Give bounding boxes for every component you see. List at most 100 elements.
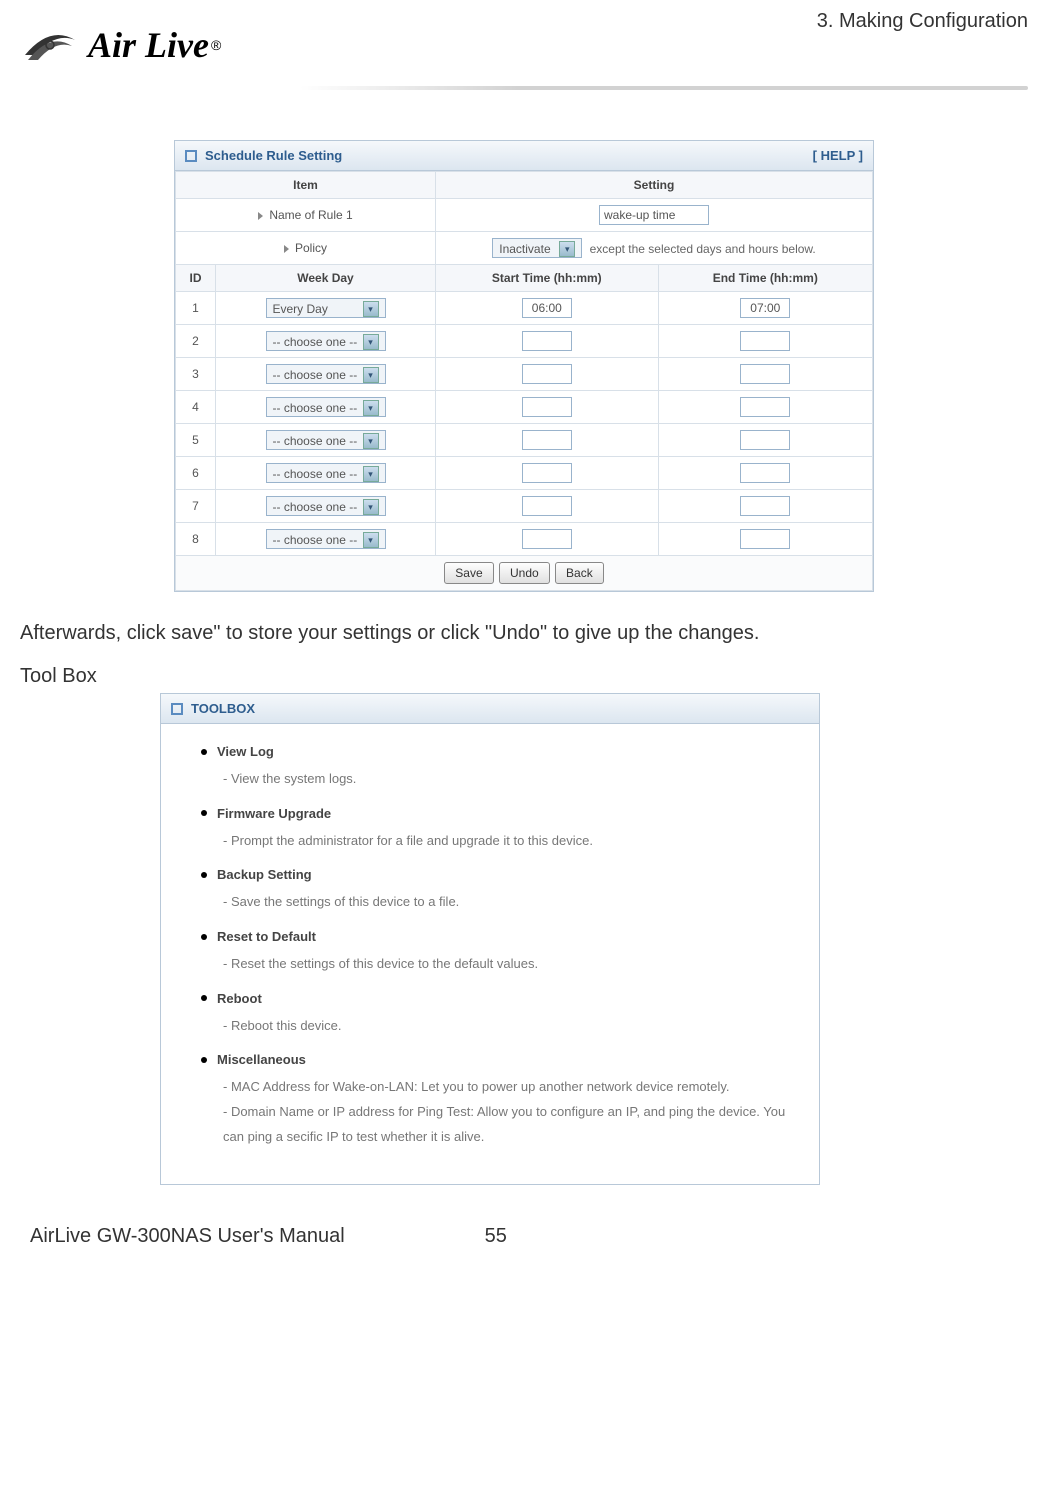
- start-time-input[interactable]: [522, 331, 572, 351]
- weekday-select[interactable]: -- choose one --▾: [266, 496, 386, 516]
- rule-name-input[interactable]: [599, 205, 709, 225]
- row-id: 7: [176, 490, 216, 523]
- dropdown-arrow-icon: ▾: [363, 433, 379, 449]
- toolbox-panel-title: TOOLBOX: [191, 701, 255, 716]
- dropdown-arrow-icon: ▾: [363, 367, 379, 383]
- logo-registered: ®: [211, 37, 221, 53]
- start-time-input[interactable]: [522, 463, 572, 483]
- policy-select[interactable]: Inactivate▾: [492, 238, 582, 258]
- dropdown-arrow-icon: ▾: [363, 301, 379, 317]
- end-time-input[interactable]: [740, 463, 790, 483]
- start-time-input[interactable]: [522, 430, 572, 450]
- head-setting: Setting: [436, 172, 873, 199]
- footer-manual: AirLive GW-300NAS User's Manual: [30, 1225, 345, 1248]
- schedule-row: 6 -- choose one --▾: [176, 457, 873, 490]
- bullet-icon: [201, 934, 207, 940]
- logo-text: Air Live: [88, 24, 209, 66]
- triangle-icon: [284, 245, 289, 253]
- triangle-icon: [258, 212, 263, 220]
- bullet-icon: [201, 1057, 207, 1063]
- dropdown-arrow-icon: ▾: [363, 532, 379, 548]
- policy-label: Policy: [176, 232, 436, 265]
- toolbox-item-desc: - Reboot this device.: [223, 1014, 799, 1039]
- weekday-select[interactable]: -- choose one --▾: [266, 430, 386, 450]
- bullet-icon: [201, 810, 207, 816]
- row-id: 5: [176, 424, 216, 457]
- schedule-row: 3-- choose one --▾: [176, 358, 873, 391]
- toolbox-panel-header: TOOLBOX: [161, 694, 819, 724]
- save-button[interactable]: Save: [444, 562, 493, 584]
- toolbox-item-desc: - Prompt the administrator for a file an…: [223, 829, 799, 854]
- dropdown-arrow-icon: ▾: [559, 241, 575, 257]
- toolbox-item-title[interactable]: Reboot: [217, 991, 262, 1006]
- start-time-input[interactable]: [522, 364, 572, 384]
- toolbox-item-title[interactable]: Backup Setting: [217, 867, 312, 882]
- schedule-row: 1Every Day▾: [176, 292, 873, 325]
- col-id: ID: [176, 265, 216, 292]
- undo-button[interactable]: Undo: [499, 562, 550, 584]
- toolbox-heading: Tool Box: [20, 665, 1028, 688]
- panel-box-icon: [171, 703, 183, 715]
- page-footer: AirLive GW-300NAS User's Manual 55: [20, 1225, 1028, 1248]
- toolbox-item: Reboot - Reboot this device.: [201, 991, 799, 1039]
- toolbox-item-title[interactable]: Firmware Upgrade: [217, 806, 331, 821]
- end-time-input[interactable]: [740, 397, 790, 417]
- bullet-icon: [201, 872, 207, 878]
- toolbox-item: View Log - View the system logs.: [201, 744, 799, 792]
- end-time-input[interactable]: [740, 364, 790, 384]
- end-time-input[interactable]: [740, 496, 790, 516]
- weekday-select[interactable]: -- choose one --▾: [266, 331, 386, 351]
- toolbox-item-desc: - MAC Address for Wake-on-LAN: Let you t…: [223, 1075, 799, 1149]
- start-time-input[interactable]: [522, 529, 572, 549]
- end-time-input[interactable]: [740, 430, 790, 450]
- weekday-select[interactable]: -- choose one --▾: [266, 463, 386, 483]
- toolbox-item: Miscellaneous - MAC Address for Wake-on-L…: [201, 1052, 799, 1149]
- end-time-input[interactable]: [740, 298, 790, 318]
- col-weekday: Week Day: [216, 265, 436, 292]
- schedule-row: 7 -- choose one --▾: [176, 490, 873, 523]
- start-time-input[interactable]: [522, 397, 572, 417]
- dropdown-arrow-icon: ▾: [363, 466, 379, 482]
- toolbox-item: Backup Setting - Save the settings of thi…: [201, 867, 799, 915]
- paragraph-afterwards: Afterwards, click save" to store your se…: [20, 622, 1028, 645]
- toolbox-item: Firmware Upgrade - Prompt the administrat…: [201, 806, 799, 854]
- start-time-input[interactable]: [522, 298, 572, 318]
- page-header: 3. Making Configuration Air Live ®: [20, 10, 1028, 120]
- policy-note: except the selected days and hours below…: [590, 242, 816, 256]
- toolbox-item-desc: - View the system logs.: [223, 767, 799, 792]
- toolbox-item-desc: - Reset the settings of this device to t…: [223, 952, 799, 977]
- back-button[interactable]: Back: [555, 562, 604, 584]
- airlive-logo: Air Live ®: [20, 20, 221, 70]
- weekday-select[interactable]: -- choose one --▾: [266, 397, 386, 417]
- chapter-heading: 3. Making Configuration: [817, 10, 1028, 33]
- weekday-select[interactable]: Every Day▾: [266, 298, 386, 318]
- panel-title: Schedule Rule Setting: [205, 148, 342, 163]
- end-time-input[interactable]: [740, 331, 790, 351]
- name-of-rule-label: Name of Rule 1: [176, 199, 436, 232]
- bullet-icon: [201, 995, 207, 1001]
- dropdown-arrow-icon: ▾: [363, 499, 379, 515]
- row-id: 4: [176, 391, 216, 424]
- toolbox-item-title[interactable]: Miscellaneous: [217, 1052, 306, 1067]
- help-link[interactable]: [ HELP ]: [813, 148, 863, 163]
- schedule-row: 4 -- choose one --▾: [176, 391, 873, 424]
- toolbox-item: Reset to Default - Reset the settings of …: [201, 929, 799, 977]
- bullet-icon: [201, 749, 207, 755]
- end-time-input[interactable]: [740, 529, 790, 549]
- weekday-select[interactable]: -- choose one --▾: [266, 364, 386, 384]
- start-time-input[interactable]: [522, 496, 572, 516]
- panel-header: Schedule Rule Setting [ HELP ]: [175, 141, 873, 171]
- toolbox-item-title[interactable]: Reset to Default: [217, 929, 316, 944]
- schedule-rule-panel: Schedule Rule Setting [ HELP ] Item Sett…: [174, 140, 874, 592]
- schedule-rule-table: Item Setting Name of Rule 1 Policy Inact…: [175, 171, 873, 591]
- toolbox-item-desc: - Save the settings of this device to a …: [223, 890, 799, 915]
- weekday-select[interactable]: -- choose one --▾: [266, 529, 386, 549]
- schedule-row: 8 -- choose one --▾: [176, 523, 873, 556]
- header-divider: [300, 86, 1028, 90]
- head-item: Item: [176, 172, 436, 199]
- schedule-row: 2-- choose one --▾: [176, 325, 873, 358]
- row-id: 6: [176, 457, 216, 490]
- toolbox-item-title[interactable]: View Log: [217, 744, 274, 759]
- toolbox-panel: TOOLBOX View Log - View the system logs. F…: [160, 693, 820, 1185]
- row-id: 8: [176, 523, 216, 556]
